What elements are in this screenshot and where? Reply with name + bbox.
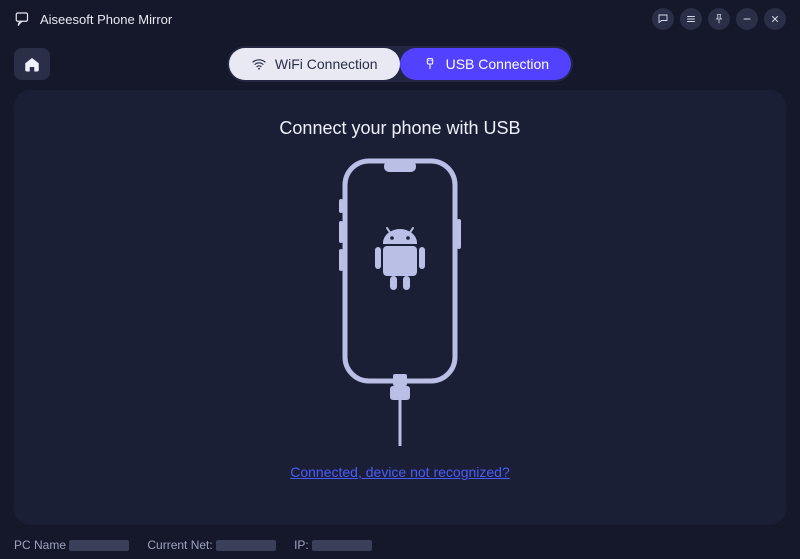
tab-usb-label: USB Connection (446, 56, 550, 72)
phone-illustration (315, 157, 485, 452)
close-icon (769, 13, 781, 25)
speech-bubble-icon (657, 13, 669, 25)
pin-icon (713, 13, 725, 25)
tab-wifi-label: WiFi Connection (275, 56, 378, 72)
minimize-button[interactable] (736, 8, 758, 30)
android-icon (375, 228, 425, 290)
main-panel: Connect your phone with USB (14, 90, 786, 525)
ip-value (312, 540, 372, 551)
footer-ip: IP: (294, 538, 372, 552)
main-heading: Connect your phone with USB (279, 118, 520, 139)
footer-net: Current Net: (147, 538, 276, 552)
home-icon (23, 55, 41, 73)
tab-usb[interactable]: USB Connection (400, 48, 572, 80)
status-bar: PC Name Current Net: IP: (0, 531, 800, 559)
close-button[interactable] (764, 8, 786, 30)
menu-icon (685, 13, 697, 25)
pin-button[interactable] (708, 8, 730, 30)
connection-tabs: WiFi Connection USB Connection (227, 46, 573, 82)
home-button[interactable] (14, 48, 50, 80)
help-link-not-recognized[interactable]: Connected, device not recognized? (290, 464, 509, 480)
minimize-icon (741, 13, 753, 25)
ip-label: IP: (294, 538, 309, 552)
app-logo: Aiseesoft Phone Mirror (14, 10, 172, 28)
net-label: Current Net: (147, 538, 212, 552)
net-value (216, 540, 276, 551)
pc-name-label: PC Name (14, 538, 66, 552)
pc-name-value (69, 540, 129, 551)
feedback-button[interactable] (652, 8, 674, 30)
mirror-icon (14, 10, 32, 28)
app-title: Aiseesoft Phone Mirror (40, 12, 172, 27)
footer-pc-name: PC Name (14, 538, 129, 552)
menu-button[interactable] (680, 8, 702, 30)
usb-icon (422, 56, 438, 72)
tab-wifi[interactable]: WiFi Connection (229, 48, 400, 80)
wifi-icon (251, 56, 267, 72)
